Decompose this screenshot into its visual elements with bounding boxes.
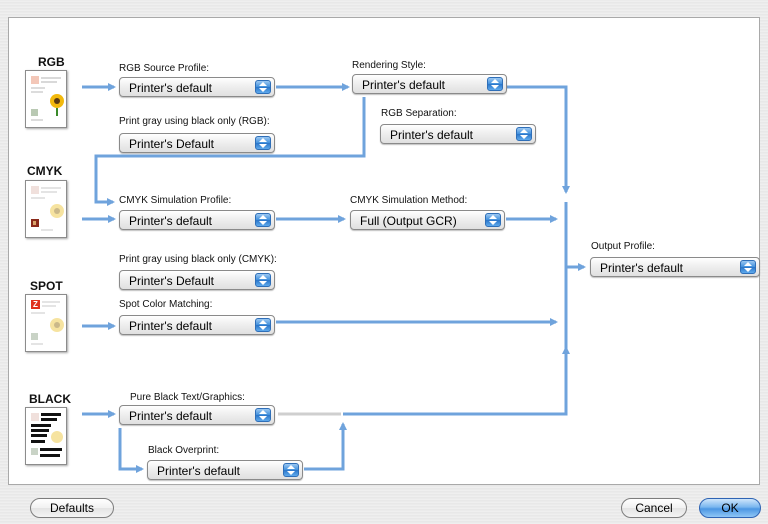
print-gray-rgb-popup[interactable]: Printer's Default (119, 133, 275, 153)
rendering-style-value: Printer's default (362, 78, 445, 92)
cmyk-document-icon (25, 180, 67, 238)
cmyk-label: CMYK (27, 164, 63, 178)
rgb-document-icon (25, 70, 67, 128)
popup-arrows-icon (255, 318, 271, 332)
spot-label: SPOT (30, 279, 63, 293)
rendering-style-label: Rendering Style: (352, 60, 426, 71)
output-profile-popup[interactable]: Printer's default (590, 257, 760, 277)
print-gray-cmyk-popup[interactable]: Printer's Default (119, 270, 275, 290)
cmyk-simulation-method-popup[interactable]: Full (Output GCR) (350, 210, 505, 230)
popup-arrows-icon (255, 213, 271, 227)
black-overprint-popup[interactable]: Printer's default (147, 460, 303, 480)
black-label: BLACK (29, 392, 71, 406)
black-overprint-value: Printer's default (157, 464, 240, 478)
popup-arrows-icon (740, 260, 756, 274)
rgb-source-profile-value: Printer's default (129, 81, 212, 95)
svg-text:Z: Z (33, 300, 38, 309)
cmyk-simulation-profile-popup[interactable]: Printer's default (119, 210, 275, 230)
popup-arrows-icon (283, 463, 299, 477)
spot-color-matching-popup[interactable]: Printer's default (119, 315, 275, 335)
black-overprint-label: Black Overprint: (148, 445, 220, 456)
cmyk-simulation-profile-label: CMYK Simulation Profile: (119, 195, 232, 206)
print-gray-rgb-label: Print gray using black only (RGB): (119, 116, 270, 127)
popup-arrows-icon (485, 213, 501, 227)
pure-black-popup[interactable]: Printer's default (119, 405, 275, 425)
spot-color-matching-label: Spot Color Matching: (119, 299, 213, 310)
spot-document-icon: Z (25, 294, 67, 352)
popup-arrows-icon (255, 408, 271, 422)
popup-arrows-icon (487, 77, 503, 91)
cmyk-simulation-method-label: CMYK Simulation Method: (350, 195, 468, 206)
cancel-button[interactable]: Cancel (621, 498, 687, 518)
rgb-source-profile-label: RGB Source Profile: (119, 63, 210, 74)
ok-button[interactable]: OK (699, 498, 761, 518)
output-profile-value: Printer's default (600, 261, 683, 275)
rgb-label: RGB (38, 55, 65, 69)
cmyk-simulation-method-value: Full (Output GCR) (360, 214, 457, 228)
cmyk-simulation-profile-value: Printer's default (129, 214, 212, 228)
pure-black-value: Printer's default (129, 409, 212, 423)
popup-arrows-icon (255, 273, 271, 287)
rgb-source-profile-popup[interactable]: Printer's default (119, 77, 275, 97)
rgb-separation-label: RGB Separation: (381, 108, 457, 119)
popup-arrows-icon (255, 80, 271, 94)
arrow-overprint-up (304, 422, 347, 471)
popup-arrows-icon (255, 136, 271, 150)
rendering-style-popup[interactable]: Printer's default (352, 74, 507, 94)
print-gray-rgb-value: Printer's Default (129, 137, 214, 151)
pure-black-label: Pure Black Text/Graphics: (130, 392, 245, 403)
rgb-separation-popup[interactable]: Printer's default (380, 124, 536, 144)
black-document-icon (25, 407, 67, 465)
print-gray-cmyk-label: Print gray using black only (CMYK): (119, 254, 277, 265)
arrow-black-to-overprint (118, 428, 144, 473)
spot-color-matching-value: Printer's default (129, 319, 212, 333)
defaults-button[interactable]: Defaults (30, 498, 114, 518)
print-gray-cmyk-value: Printer's Default (129, 274, 214, 288)
popup-arrows-icon (516, 127, 532, 141)
arrow-black-to-output (343, 346, 570, 416)
output-profile-label: Output Profile: (591, 241, 655, 252)
rgb-separation-value: Printer's default (390, 128, 473, 142)
